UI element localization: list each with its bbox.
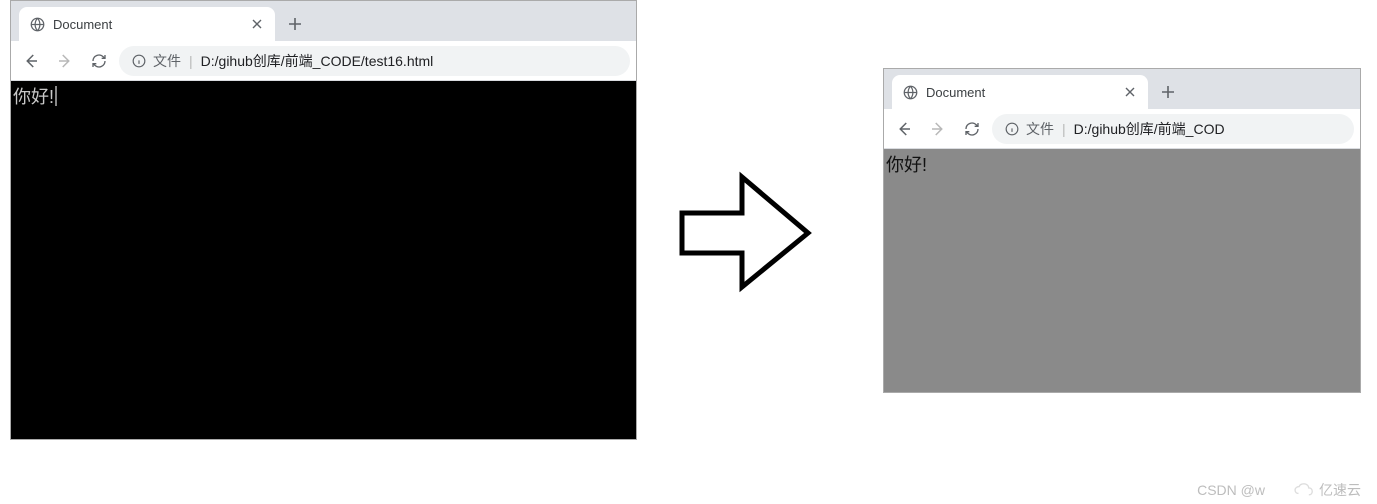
tabstrip: Document: [884, 69, 1360, 109]
address-bar[interactable]: 文件 | D:/gihub创库/前端_COD: [992, 114, 1354, 144]
address-url: D:/gihub创库/前端_COD: [1074, 119, 1225, 139]
new-tab-button[interactable]: [1154, 78, 1182, 106]
reload-button[interactable]: [958, 115, 986, 143]
arrow-icon: [670, 165, 820, 300]
page-content-dark: 你好!: [11, 81, 636, 439]
address-separator: |: [1060, 121, 1068, 137]
close-icon[interactable]: [1122, 84, 1138, 100]
watermark-yisu-text: 亿速云: [1319, 480, 1361, 500]
address-prefix: 文件: [1026, 119, 1054, 139]
page-text: 你好!: [13, 87, 54, 107]
tab-active[interactable]: Document: [892, 75, 1148, 109]
globe-icon: [902, 84, 918, 100]
page-text: 你好!: [886, 155, 927, 175]
close-icon[interactable]: [249, 16, 265, 32]
forward-button[interactable]: [51, 47, 79, 75]
address-prefix: 文件: [153, 51, 181, 71]
new-tab-button[interactable]: [281, 10, 309, 38]
watermark-csdn: CSDN @w: [1197, 482, 1265, 498]
watermark: CSDN @w 亿速云: [1197, 480, 1361, 500]
address-bar[interactable]: 文件 | D:/gihub创库/前端_CODE/test16.html: [119, 46, 630, 76]
viewport: 你好!: [11, 81, 636, 439]
tabstrip: Document: [11, 1, 636, 41]
back-button[interactable]: [17, 47, 45, 75]
browser-window-left: Document 文件 | D:/gihub创库/前端_CODE/test16.…: [10, 0, 637, 440]
browser-window-right: Document 文件 | D:/gihub创库/前端_COD: [883, 68, 1361, 393]
toolbar: 文件 | D:/gihub创库/前端_CODE/test16.html: [11, 41, 636, 81]
page-content-gray: 你好!: [884, 149, 1360, 392]
toolbar: 文件 | D:/gihub创库/前端_COD: [884, 109, 1360, 149]
address-separator: |: [187, 53, 195, 69]
forward-button[interactable]: [924, 115, 952, 143]
viewport: 你好!: [884, 149, 1360, 392]
globe-icon: [29, 16, 45, 32]
tab-title: Document: [53, 17, 241, 32]
reload-button[interactable]: [85, 47, 113, 75]
address-url: D:/gihub创库/前端_CODE/test16.html: [201, 51, 434, 71]
back-button[interactable]: [890, 115, 918, 143]
info-icon: [131, 54, 147, 68]
text-caret: [55, 86, 57, 106]
tab-title: Document: [926, 85, 1114, 100]
tab-active[interactable]: Document: [19, 7, 275, 41]
watermark-yisu: 亿速云: [1293, 480, 1361, 500]
info-icon: [1004, 122, 1020, 136]
